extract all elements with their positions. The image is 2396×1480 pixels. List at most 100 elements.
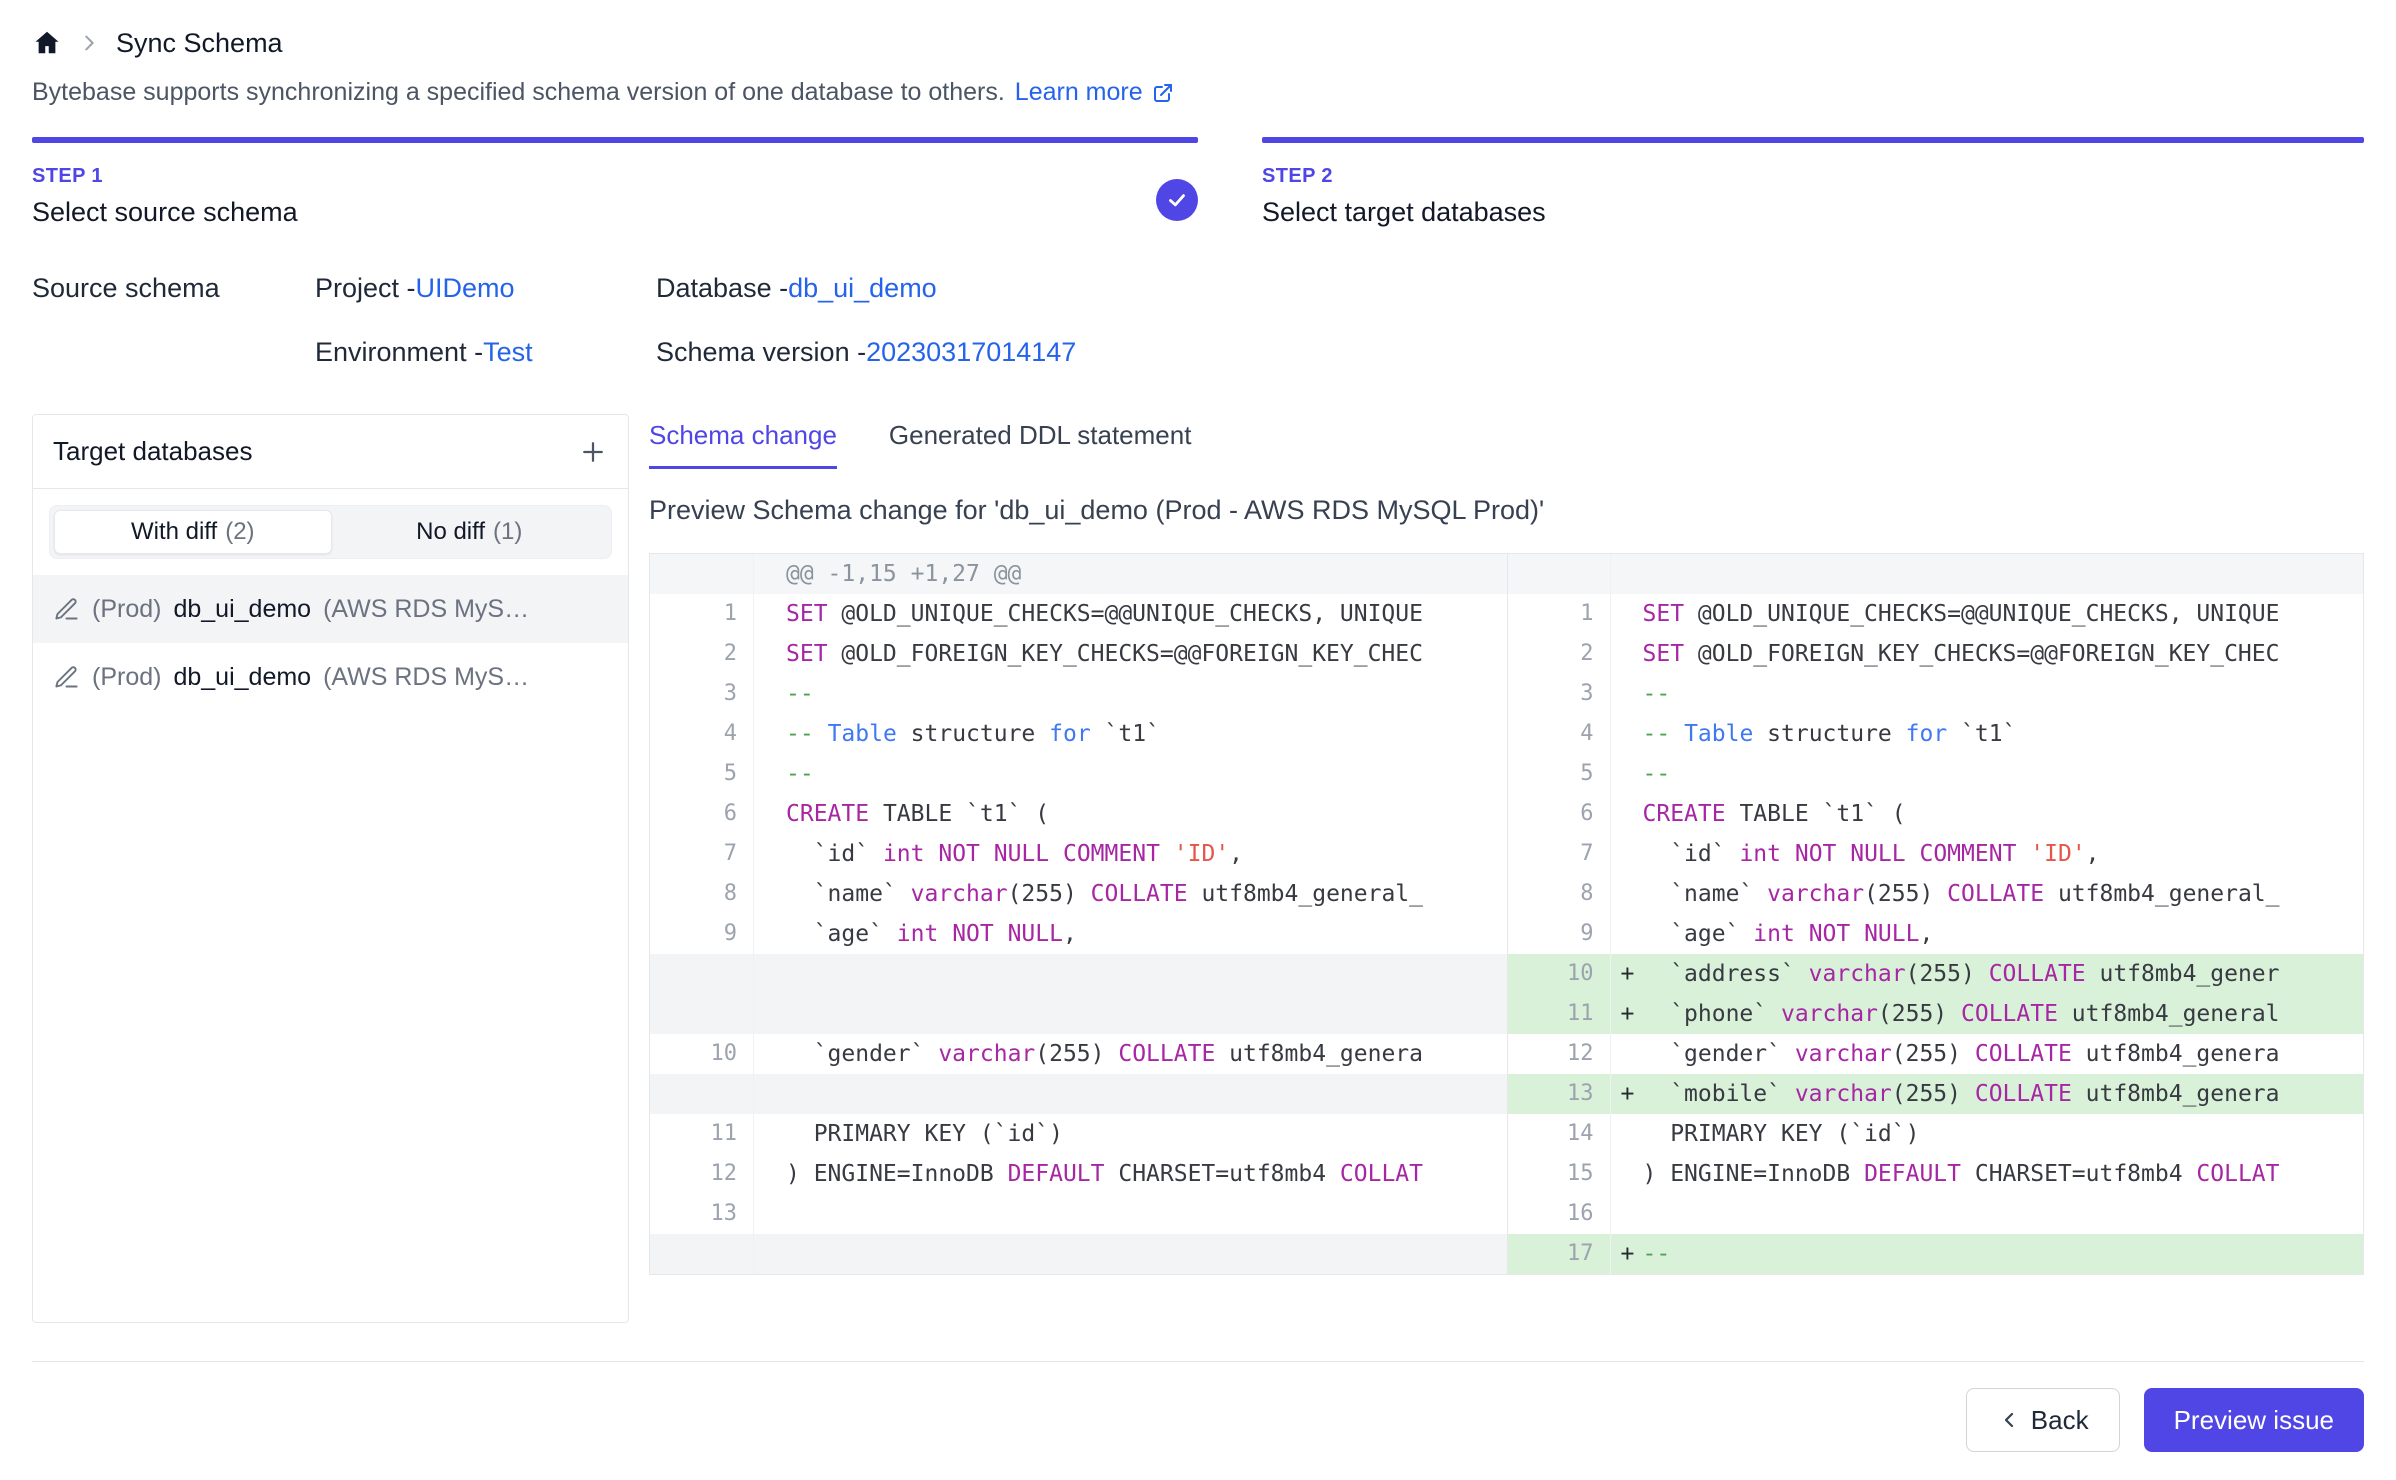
schema-version-field: Schema version - 20230317014147 — [656, 320, 2364, 384]
code-line — [754, 994, 1507, 1034]
preview-issue-button[interactable]: Preview issue — [2144, 1388, 2364, 1452]
breadcrumb-page-title: Sync Schema — [116, 28, 283, 59]
pencil-icon — [53, 664, 80, 691]
code-line: + `address` varchar(255) COLLATE utf8mb4… — [1611, 954, 2364, 994]
tab-with-diff[interactable]: With diff (2) — [54, 510, 332, 554]
line-number: 3 — [650, 674, 754, 714]
db-item-name: db_ui_demo — [173, 595, 311, 624]
line-number: 9 — [1507, 914, 1611, 954]
line-number: 7 — [650, 834, 754, 874]
code-line: SET @OLD_FOREIGN_KEY_CHECKS=@@FOREIGN_KE… — [1611, 634, 2364, 674]
code-line: PRIMARY KEY (`id`) — [754, 1114, 1507, 1154]
code-line: `gender` varchar(255) COLLATE utf8mb4_ge… — [1611, 1034, 2364, 1074]
line-number — [650, 1234, 754, 1274]
external-link-icon — [1151, 81, 1175, 105]
code-line: `age` int NOT NULL, — [754, 914, 1507, 954]
line-number — [650, 554, 754, 594]
db-item-env: (Prod) — [92, 595, 161, 624]
line-number: 17 — [1507, 1234, 1611, 1274]
database-prefix: Database - — [656, 273, 788, 304]
line-number: 4 — [1507, 714, 1611, 754]
learn-more-label: Learn more — [1015, 78, 1143, 107]
home-icon[interactable] — [32, 28, 62, 58]
code-line: PRIMARY KEY (`id`) — [1611, 1114, 2364, 1154]
line-number: 1 — [1507, 594, 1611, 634]
diff-grid: @@ -1,15 +1,27 @@1SET @OLD_UNIQUE_CHECKS… — [650, 554, 2363, 1274]
main-content: Target databases With diff (2) No diff (… — [32, 414, 2364, 1323]
line-number: 9 — [650, 914, 754, 954]
code-line: CREATE TABLE `t1` ( — [754, 794, 1507, 834]
description-text: Bytebase supports synchronizing a specif… — [32, 78, 1005, 107]
line-number: 7 — [1507, 834, 1611, 874]
line-number: 13 — [650, 1194, 754, 1234]
chevron-left-icon — [1997, 1408, 2021, 1432]
pencil-icon — [53, 596, 80, 623]
learn-more-link[interactable]: Learn more — [1015, 78, 1175, 107]
environment-prefix: Environment - — [315, 337, 483, 368]
target-database-item[interactable]: (Prod) db_ui_demo (AWS RDS MyS… — [33, 643, 628, 711]
code-line: SET @OLD_UNIQUE_CHECKS=@@UNIQUE_CHECKS, … — [1611, 594, 2364, 634]
schema-diff-viewer: @@ -1,15 +1,27 @@1SET @OLD_UNIQUE_CHECKS… — [649, 553, 2364, 1275]
step-2-progress-bar — [1262, 137, 2364, 143]
code-line — [754, 1234, 1507, 1274]
environment-link[interactable]: Test — [483, 337, 533, 368]
schema-version-prefix: Schema version - — [656, 337, 866, 368]
code-line — [754, 954, 1507, 994]
code-line: -- Table structure for `t1` — [1611, 714, 2364, 754]
target-database-item[interactable]: (Prod) db_ui_demo (AWS RDS MyS… — [33, 575, 628, 643]
preview-tabs: Schema change Generated DDL statement — [649, 420, 2364, 469]
step-indicator: STEP 1 Select source schema STEP 2 Selec… — [32, 137, 2364, 228]
code-line — [1611, 1194, 2364, 1234]
back-button[interactable]: Back — [1966, 1388, 2120, 1452]
code-line — [754, 1074, 1507, 1114]
db-item-env: (Prod) — [92, 663, 161, 692]
database-link[interactable]: db_ui_demo — [788, 273, 937, 304]
code-line: + `mobile` varchar(255) COLLATE utf8mb4_… — [1611, 1074, 2364, 1114]
code-line: SET @OLD_FOREIGN_KEY_CHECKS=@@FOREIGN_KE… — [754, 634, 1507, 674]
line-number: 1 — [650, 594, 754, 634]
db-item-suffix: (AWS RDS MyS… — [323, 595, 529, 624]
tab-no-diff[interactable]: No diff (1) — [332, 510, 608, 554]
diff-filter-tabs: With diff (2) No diff (1) — [49, 505, 612, 559]
target-databases-title: Target databases — [53, 436, 252, 467]
line-number: 10 — [650, 1034, 754, 1074]
code-line: ) ENGINE=InnoDB DEFAULT CHARSET=utf8mb4 … — [1611, 1154, 2364, 1194]
project-link[interactable]: UIDemo — [416, 273, 515, 304]
line-number: 8 — [1507, 874, 1611, 914]
schema-version-link[interactable]: 20230317014147 — [866, 337, 1076, 368]
line-number: 2 — [1507, 634, 1611, 674]
tab-generated-ddl[interactable]: Generated DDL statement — [889, 420, 1192, 469]
line-number: 11 — [650, 1114, 754, 1154]
line-number: 3 — [1507, 674, 1611, 714]
preview-title: Preview Schema change for 'db_ui_demo (P… — [649, 495, 2364, 526]
line-number: 5 — [1507, 754, 1611, 794]
environment-field: Environment - Test — [315, 320, 656, 384]
code-line: -- — [1611, 754, 2364, 794]
add-target-database-button[interactable] — [578, 437, 608, 467]
code-line: -- — [1611, 674, 2364, 714]
line-number: 11 — [1507, 994, 1611, 1034]
line-number: 5 — [650, 754, 754, 794]
code-line: -- Table structure for `t1` — [754, 714, 1507, 754]
code-line: `age` int NOT NULL, — [1611, 914, 2364, 954]
code-line: SET @OLD_UNIQUE_CHECKS=@@UNIQUE_CHECKS, … — [754, 594, 1507, 634]
code-line: @@ -1,15 +1,27 @@ — [754, 554, 1507, 594]
back-button-label: Back — [2031, 1405, 2089, 1436]
line-number: 14 — [1507, 1114, 1611, 1154]
schema-preview-panel: Schema change Generated DDL statement Pr… — [649, 414, 2364, 1323]
code-line: +-- — [1611, 1234, 2364, 1274]
tab-no-diff-label: No diff — [416, 518, 485, 546]
target-databases-header: Target databases — [33, 415, 628, 489]
line-number: 10 — [1507, 954, 1611, 994]
source-schema-summary: Source schema Project - UIDemo Database … — [32, 256, 2364, 384]
target-database-list: (Prod) db_ui_demo (AWS RDS MyS… (Prod) d… — [33, 575, 628, 711]
target-databases-panel: Target databases With diff (2) No diff (… — [32, 414, 629, 1323]
line-number — [650, 1074, 754, 1114]
tab-with-diff-count: (2) — [225, 518, 254, 546]
page-description: Bytebase supports synchronizing a specif… — [32, 78, 2364, 107]
source-schema-label: Source schema — [32, 256, 315, 320]
line-number: 2 — [650, 634, 754, 674]
line-number: 15 — [1507, 1154, 1611, 1194]
code-line: `name` varchar(255) COLLATE utf8mb4_gene… — [1611, 874, 2364, 914]
tab-schema-change[interactable]: Schema change — [649, 420, 837, 469]
